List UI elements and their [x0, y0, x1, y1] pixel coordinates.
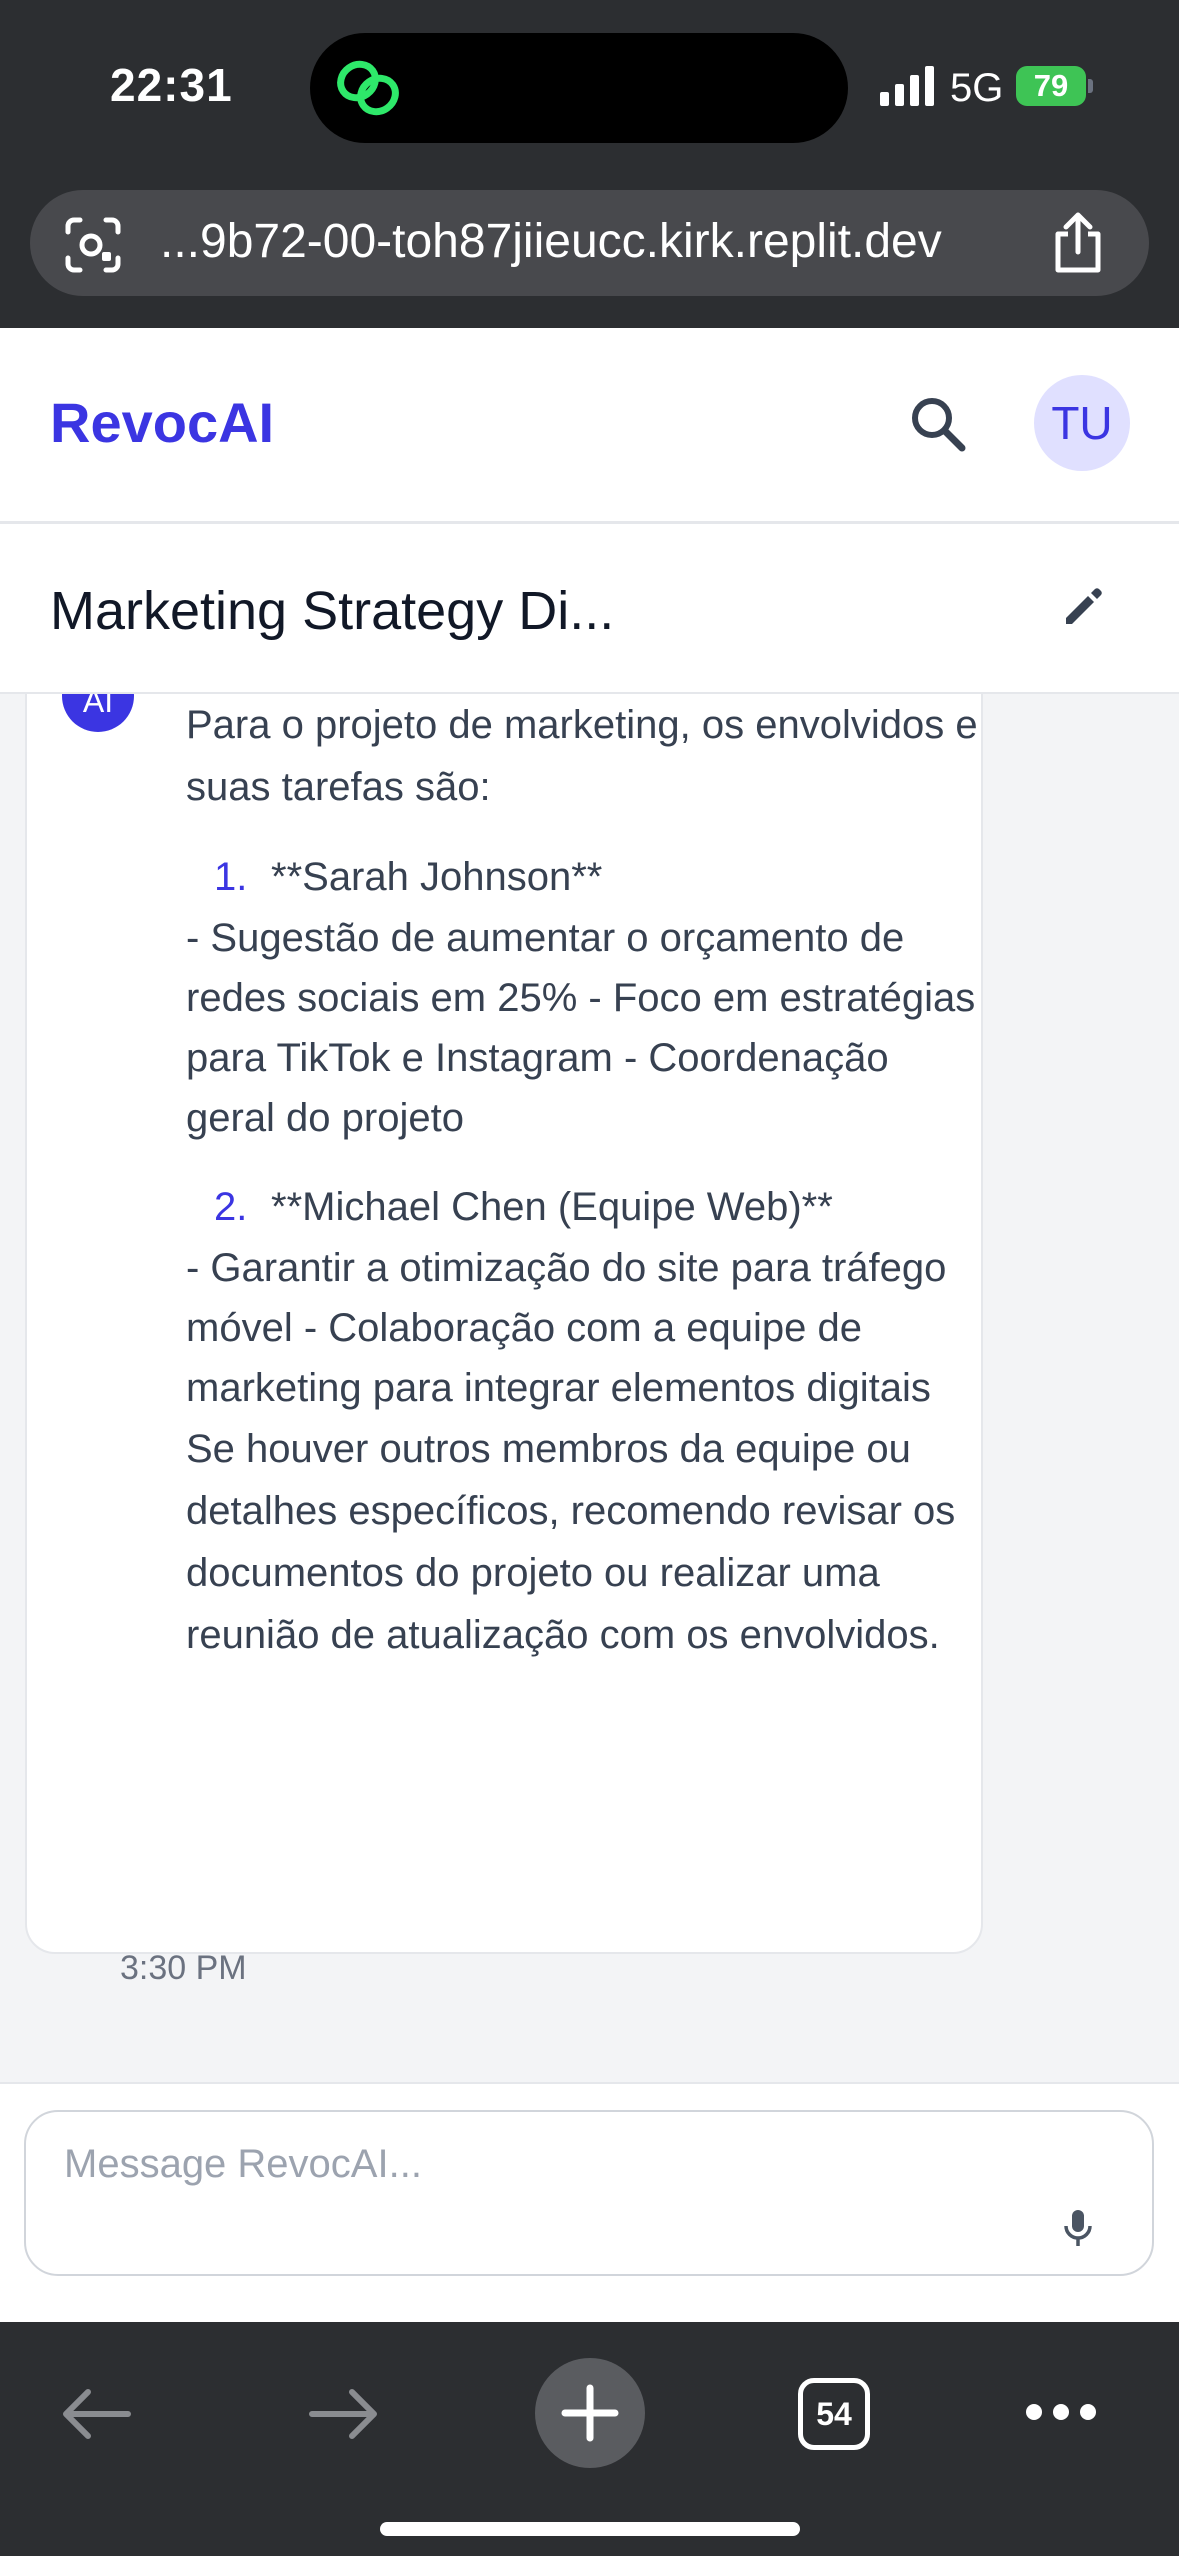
edit-pencil-icon[interactable] [1058, 582, 1108, 632]
page-scan-icon[interactable] [64, 216, 122, 274]
list-item-description: - Garantir a otimização do site para trá… [186, 1246, 947, 1410]
tab-switcher-button[interactable]: 54 [798, 2378, 870, 2450]
message-timestamp: 3:30 PM [120, 1949, 247, 1987]
battery-level: 79 [1016, 66, 1086, 106]
cellular-signal-icon [880, 66, 934, 106]
composer-area: Message RevocAI... [0, 2082, 1179, 2322]
message-bubble: Para o projeto de marketing, os envolvid… [25, 694, 983, 1954]
back-arrow-icon[interactable] [58, 2384, 134, 2444]
list-item-name: **Sarah Johnson** [271, 855, 603, 899]
list-item: 1. **Sarah Johnson** [186, 846, 986, 908]
list-item-description: - Sugestão de aumentar o orçamento de re… [186, 916, 976, 1140]
conversation-title: Marketing Strategy Di... [50, 581, 615, 641]
battery-icon: 79 [1016, 66, 1094, 106]
list-item-name: **Michael Chen (Equipe Web)** [271, 1185, 833, 1229]
user-avatar[interactable]: TU [1034, 375, 1130, 471]
more-options-icon[interactable] [1024, 2400, 1098, 2424]
message-input-placeholder: Message RevocAI... [64, 2142, 422, 2186]
search-button[interactable] [902, 388, 974, 460]
new-tab-button[interactable] [535, 2358, 645, 2468]
dynamic-island [310, 33, 848, 143]
url-text[interactable]: ...9b72-00-toh87jiieucc.kirk.replit.dev [160, 214, 942, 269]
message-intro: Para o projeto de marketing, os envolvid… [186, 703, 978, 809]
chat-area[interactable]: Para o projeto de marketing, os envolvid… [0, 694, 1179, 2082]
conversation-header: Marketing Strategy Di... [0, 524, 1179, 694]
list-number: 2. [214, 1185, 248, 1229]
app-logo[interactable]: RevocAI [50, 390, 274, 455]
forward-arrow-icon[interactable] [306, 2384, 382, 2444]
microphone-icon[interactable] [1058, 2204, 1098, 2252]
search-icon [912, 398, 966, 452]
browser-top-chrome: 22:31 5G 79 ...9b72-00-toh87jiieucc.kirk… [0, 0, 1179, 328]
list-number: 1. [214, 855, 248, 899]
url-bar[interactable]: ...9b72-00-toh87jiieucc.kirk.replit.dev [30, 190, 1149, 296]
message-input[interactable]: Message RevocAI... [24, 2110, 1154, 2276]
app-header: RevocAI TU [0, 328, 1179, 524]
browser-bottom-toolbar: 54 [0, 2322, 1179, 2556]
message-closing: Se houver outros membros da equipe ou de… [186, 1427, 956, 1657]
status-time: 22:31 [110, 59, 233, 111]
network-type: 5G [950, 66, 1004, 110]
link-icon [337, 60, 399, 116]
plus-icon [561, 2384, 619, 2442]
list-item: 2. **Michael Chen (Equipe Web)** [186, 1176, 986, 1238]
battery-cap [1088, 79, 1093, 93]
message-content: Para o projeto de marketing, os envolvid… [186, 694, 986, 1666]
share-icon[interactable] [1050, 212, 1106, 274]
home-indicator[interactable] [380, 2522, 800, 2536]
